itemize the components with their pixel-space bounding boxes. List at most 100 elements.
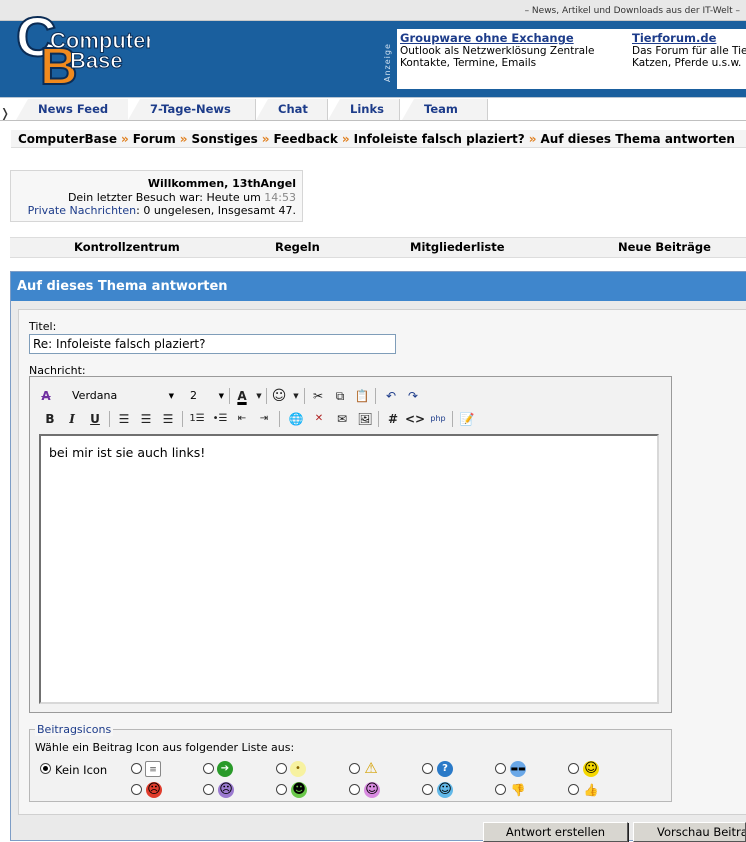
message-textarea[interactable]: bei mir ist sie auch links! — [39, 434, 659, 704]
ordered-list-icon[interactable]: 1☰ — [187, 409, 207, 429]
nav-team[interactable]: Team — [402, 99, 488, 120]
main-nav: News Feed 7-Tage-News Chat Links Team — [0, 97, 746, 121]
title-input[interactable] — [29, 334, 396, 354]
ad-text: Kontakte, Termine, Emails — [400, 57, 537, 69]
preview-button[interactable]: Vorschau Beitrag — [633, 822, 746, 842]
crumb-thread[interactable]: Infoleiste falsch plaziert? — [354, 132, 525, 146]
ad-box: Groupware ohne Exchange Outlook als Netz… — [397, 29, 746, 89]
breadcrumb: ComputerBase» Forum» Sonstiges» Feedback» In… — [11, 130, 746, 148]
ad-text: Das Forum für alle Tierfreunde — [632, 44, 746, 57]
radio-angry[interactable] — [131, 784, 142, 795]
radio-question[interactable] — [422, 763, 433, 774]
ad-groupware[interactable]: Groupware ohne Exchange Outlook als Netz… — [400, 32, 628, 70]
question-icon: ? — [437, 761, 453, 777]
radio-arrow[interactable] — [203, 763, 214, 774]
radio-warning[interactable] — [349, 763, 360, 774]
dropdown-arrow-icon: ▼ — [218, 392, 224, 400]
align-right-icon[interactable]: ☰ — [158, 409, 178, 429]
cool-icon: ▬▬ — [510, 761, 526, 777]
link-kontrollzentrum[interactable]: Kontrollzentrum — [74, 238, 180, 257]
ad-text: Outlook als Netzwerklösung Zentrale — [400, 44, 595, 57]
cut-icon[interactable]: ✂ — [308, 386, 328, 406]
radio-thumbs-down[interactable] — [495, 784, 506, 795]
radio-grin[interactable] — [276, 784, 287, 795]
submit-reply-button[interactable]: Antwort erstellen — [483, 822, 628, 842]
arrow-right-icon: ➔ — [217, 761, 233, 777]
document-icon: ≡ — [145, 761, 161, 777]
nav-7-tage-news[interactable]: 7-Tage-News — [128, 99, 256, 120]
bold-icon[interactable]: B — [40, 409, 60, 429]
font-select[interactable]: Verdana ▼ — [64, 386, 177, 406]
toolbar-separator — [109, 411, 110, 427]
ad-title-link[interactable]: Tierforum.de — [632, 32, 746, 45]
crumb-computerbase[interactable]: ComputerBase — [18, 132, 117, 146]
toolbar-separator — [304, 388, 305, 404]
unordered-list-icon[interactable]: •☰ — [210, 409, 230, 429]
toolbar-separator — [279, 411, 280, 427]
link-regeln[interactable]: Regeln — [275, 238, 320, 257]
toolbar-separator — [266, 388, 267, 404]
toolbar-separator — [378, 411, 379, 427]
last-visit: Dein letzter Besuch war: Heute um 14:53 — [67, 190, 296, 204]
wink-icon: ☺ — [437, 782, 453, 798]
radio-wink[interactable] — [422, 784, 433, 795]
code-hash-icon[interactable]: # — [383, 409, 403, 429]
outdent-icon[interactable]: ⇤ — [232, 409, 252, 429]
unlink-icon[interactable]: ✕ — [309, 409, 329, 429]
radio-document[interactable] — [131, 763, 142, 774]
crumb-separator-icon: » — [528, 132, 537, 146]
no-icon-label: Kein Icon — [55, 763, 108, 777]
paste-icon[interactable]: 📋 — [352, 386, 372, 406]
ad-title-link[interactable]: Groupware ohne Exchange — [400, 32, 628, 45]
size-select[interactable]: 2 ▼ — [187, 386, 227, 406]
redo-icon[interactable]: ↷ — [403, 386, 423, 406]
radio-no-icon[interactable] — [40, 763, 51, 774]
logo-text-base: Base — [70, 48, 123, 73]
ad-label: Anzeige — [383, 43, 392, 82]
insert-email-icon[interactable]: ✉ — [332, 409, 352, 429]
indent-icon[interactable]: ⇥ — [254, 409, 274, 429]
toolbar-separator — [452, 411, 453, 427]
toolbar-separator — [375, 388, 376, 404]
quote-icon[interactable]: 📝 — [457, 409, 477, 429]
crumb-feedback[interactable]: Feedback — [274, 132, 338, 146]
smilie-dropdown-icon[interactable]: ▼ — [286, 386, 306, 406]
radio-thumbs-up[interactable] — [568, 784, 579, 795]
crumb-separator-icon: » — [261, 132, 270, 146]
pm-info: Private Nachrichten: 0 ungelesen, Insges… — [11, 204, 296, 218]
radio-frown[interactable] — [203, 784, 214, 795]
undo-icon[interactable]: ↶ — [381, 386, 401, 406]
copy-icon[interactable]: ⧉ — [330, 386, 350, 406]
html-code-icon[interactable]: <> — [405, 409, 425, 429]
post-icons-prompt: Wähle ein Beitrag Icon aus folgender Lis… — [35, 741, 295, 754]
private-messages-link[interactable]: Private Nachrichten — [28, 204, 137, 217]
nav-news-feed[interactable]: News Feed — [16, 99, 132, 120]
radio-smile[interactable] — [568, 763, 579, 774]
insert-link-icon[interactable]: 🌐 — [286, 409, 306, 429]
radio-tongue[interactable] — [349, 784, 360, 795]
radio-cool[interactable] — [495, 763, 506, 774]
remove-format-icon[interactable]: A — [36, 386, 56, 406]
ad-tierforum[interactable]: Tierforum.de Das Forum für alle Tierfreu… — [632, 32, 746, 70]
post-icons-legend: Beitragsicons — [35, 723, 114, 736]
crumb-sonstiges[interactable]: Sonstiges — [191, 132, 257, 146]
thumbs-up-icon: 👍 — [583, 783, 599, 797]
align-left-icon[interactable]: ☰ — [114, 409, 134, 429]
nav-chat[interactable]: Chat — [256, 99, 328, 120]
user-control-bar: Kontrollzentrum Regeln Mitgliederliste N… — [10, 237, 746, 258]
underline-icon[interactable]: U — [85, 409, 105, 429]
italic-icon[interactable]: I — [62, 409, 82, 429]
warning-icon: ⚠ — [364, 759, 378, 777]
crumb-forum[interactable]: Forum — [133, 132, 176, 146]
nav-links[interactable]: Links — [328, 99, 400, 120]
pm-stats: : 0 ungelesen, Insgesamt 47. — [136, 204, 296, 217]
radio-lightbulb[interactable] — [276, 763, 287, 774]
insert-image-icon[interactable]: 🖼 — [355, 409, 375, 429]
align-center-icon[interactable]: ☰ — [136, 409, 156, 429]
computerbase-logo[interactable]: C B Computer Base — [10, 4, 155, 97]
link-mitgliederliste[interactable]: Mitgliederliste — [410, 238, 505, 257]
php-code-icon[interactable]: php — [428, 409, 448, 429]
dropdown-arrow-icon: ▼ — [168, 392, 174, 400]
link-neue-beitraege[interactable]: Neue Beiträge — [618, 238, 711, 257]
title-label: Titel: — [29, 320, 57, 333]
